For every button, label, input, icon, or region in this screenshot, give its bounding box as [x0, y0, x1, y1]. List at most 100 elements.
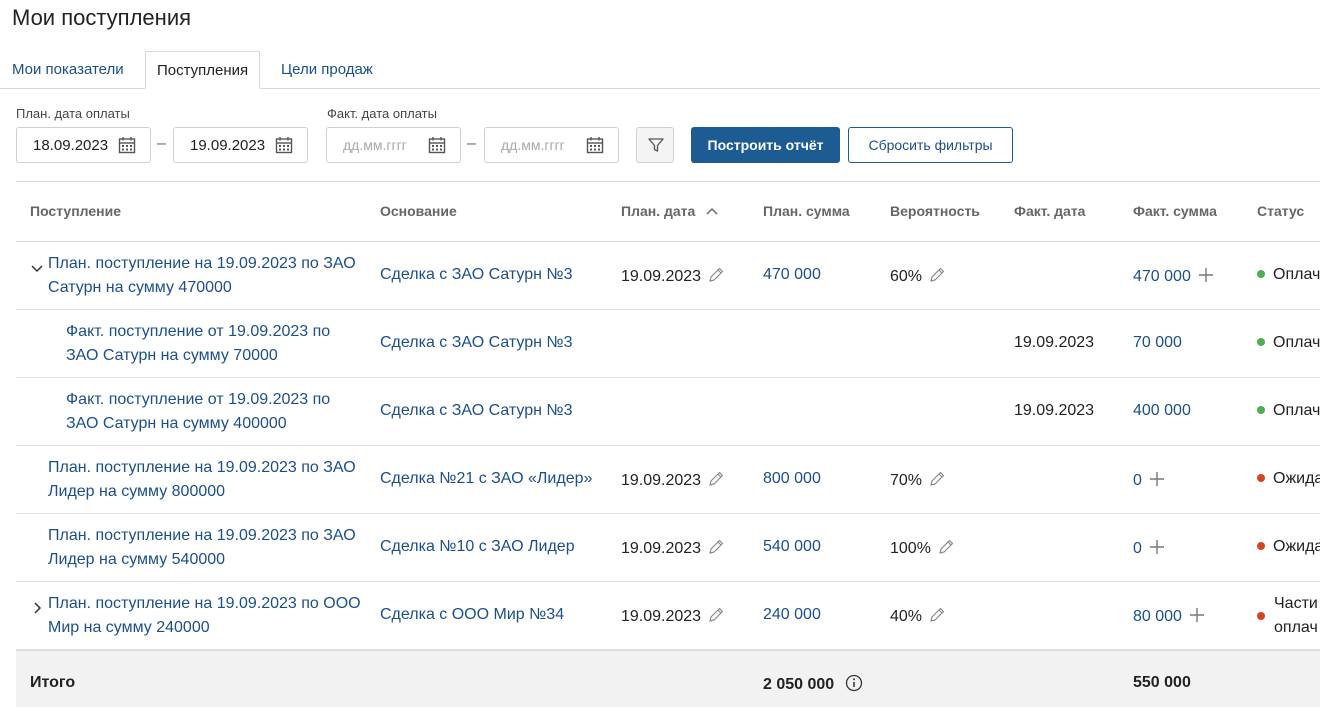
- plan-date-value: 19.09.2023: [621, 540, 702, 557]
- col-header-receipt[interactable]: Поступление: [30, 203, 121, 219]
- receipt-link[interactable]: План. поступление на 19.09.2023 по ООО М…: [48, 592, 361, 640]
- plus-icon[interactable]: [1148, 538, 1166, 556]
- plan-date-cell: 19.09.2023: [621, 266, 725, 286]
- tab-my-indicators[interactable]: Мои показатели: [12, 51, 124, 89]
- status-dot: [1257, 612, 1265, 620]
- col-header-fact-sum[interactable]: Факт. сумма: [1133, 203, 1217, 219]
- pencil-icon[interactable]: [707, 538, 725, 556]
- table-row: План. поступление на 19.09.2023 по ЗАО С…: [16, 242, 1320, 310]
- chevron-down-icon[interactable]: [30, 261, 44, 275]
- fact-sum-link[interactable]: 70 000: [1133, 334, 1182, 352]
- totals-row: Итого 2 050 000 550 000: [16, 650, 1320, 707]
- status-cell: Ожида: [1257, 538, 1320, 556]
- plan-date-to-input[interactable]: 19.09.2023: [173, 127, 308, 163]
- status-dot: [1257, 474, 1265, 482]
- receipt-link[interactable]: План. поступление на 19.09.2023 по ЗАО С…: [48, 252, 356, 300]
- plan-date-from-input[interactable]: 18.09.2023: [16, 127, 151, 163]
- calendar-icon[interactable]: [586, 136, 604, 154]
- receipt-title-line2: Мир на сумму 240000: [48, 619, 210, 636]
- probability-cell: 100%: [890, 538, 955, 558]
- filter-button[interactable]: [636, 127, 674, 163]
- receipt-title-line2: Лидер на сумму 540000: [48, 551, 226, 568]
- totals-fact-sum: 550 000: [1133, 674, 1191, 691]
- calendar-icon[interactable]: [118, 136, 136, 154]
- chevron-right-icon[interactable]: [30, 601, 44, 615]
- totals-label: Итого: [30, 674, 76, 691]
- probability-value: 70%: [890, 472, 923, 489]
- table-row: Факт. поступление от 19.09.2023 по ЗАО С…: [16, 310, 1320, 378]
- col-header-fact-date[interactable]: Факт. дата: [1014, 203, 1085, 219]
- receipt-title-line1: План. поступление на 19.09.2023 по ООО: [48, 595, 361, 612]
- receipt-link[interactable]: План. поступление на 19.09.2023 по ЗАО Л…: [48, 456, 356, 504]
- tab-sales-goals[interactable]: Цели продаж: [281, 51, 373, 89]
- pencil-icon[interactable]: [928, 266, 946, 284]
- plus-icon[interactable]: [1148, 470, 1166, 488]
- receipt-title-line2: ЗАО Сатурн на сумму 70000: [66, 347, 278, 364]
- status-text-line2: оплач: [1274, 619, 1318, 636]
- status-cell: Части оплач: [1257, 592, 1318, 640]
- plan-date-value: 19.09.2023: [621, 608, 702, 625]
- plan-sum-link[interactable]: 540 000: [763, 538, 821, 556]
- status-text: Ожида: [1273, 538, 1320, 555]
- fact-sum-link[interactable]: 400 000: [1133, 402, 1191, 420]
- col-header-plan-date[interactable]: План. дата: [621, 203, 719, 219]
- status-text: Ожида: [1273, 470, 1320, 487]
- col-header-plan-sum[interactable]: План. сумма: [763, 203, 850, 219]
- fact-date-label: Факт. дата оплаты: [327, 106, 437, 121]
- receipt-link[interactable]: План. поступление на 19.09.2023 по ЗАО Л…: [48, 524, 356, 572]
- build-report-button[interactable]: Построить отчёт: [691, 127, 840, 163]
- basis-link[interactable]: Сделка с ЗАО Сатурн №3: [380, 402, 572, 420]
- plan-date-cell: 19.09.2023: [621, 606, 725, 626]
- pencil-icon[interactable]: [707, 606, 725, 624]
- tab-bar: Мои показатели Поступления Цели продаж: [0, 51, 1320, 89]
- plus-icon[interactable]: [1188, 606, 1206, 624]
- fact-sum-link[interactable]: 0: [1133, 540, 1142, 557]
- fact-sum-cell: 80 000: [1133, 606, 1206, 626]
- basis-link[interactable]: Сделка с ЗАО Сатурн №3: [380, 334, 572, 352]
- plan-date-to-value: 19.09.2023: [190, 137, 266, 154]
- basis-link[interactable]: Сделка №10 с ЗАО Лидер: [380, 538, 575, 556]
- pencil-icon[interactable]: [707, 266, 725, 284]
- pencil-icon[interactable]: [928, 606, 946, 624]
- receipt-title-line2: Лидер на сумму 800000: [48, 483, 226, 500]
- calendar-icon[interactable]: [428, 136, 446, 154]
- info-icon[interactable]: [845, 674, 863, 692]
- date-range-dash: –: [157, 135, 166, 152]
- fact-date-value: 19.09.2023: [1014, 334, 1095, 351]
- calendar-icon[interactable]: [275, 136, 293, 154]
- plan-sum-link[interactable]: 240 000: [763, 606, 821, 624]
- date-range-dash: –: [467, 135, 476, 152]
- pencil-icon[interactable]: [707, 470, 725, 488]
- fact-sum-link[interactable]: 80 000: [1133, 608, 1182, 625]
- fact-sum-link[interactable]: 470 000: [1133, 268, 1191, 285]
- receipt-link[interactable]: Факт. поступление от 19.09.2023 по ЗАО С…: [66, 320, 330, 368]
- status-text: Оплач: [1273, 402, 1320, 419]
- plan-sum-link[interactable]: 800 000: [763, 470, 821, 488]
- table-row: Факт. поступление от 19.09.2023 по ЗАО С…: [16, 378, 1320, 446]
- pencil-icon[interactable]: [937, 538, 955, 556]
- col-header-status[interactable]: Статус: [1257, 203, 1304, 219]
- plan-date-cell: 19.09.2023: [621, 538, 725, 558]
- probability-value: 40%: [890, 608, 923, 625]
- col-header-basis[interactable]: Основание: [380, 203, 457, 219]
- col-header-probability[interactable]: Вероятность: [890, 203, 980, 219]
- plan-date-value: 19.09.2023: [621, 472, 702, 489]
- fact-date-value: 19.09.2023: [1014, 402, 1095, 419]
- plus-icon[interactable]: [1197, 266, 1215, 284]
- receipts-table: Поступление Основание План. дата План. с…: [16, 181, 1320, 707]
- receipt-link[interactable]: Факт. поступление от 19.09.2023 по ЗАО С…: [66, 388, 330, 436]
- basis-link[interactable]: Сделка с ООО Мир №34: [380, 606, 564, 624]
- plan-sum-link[interactable]: 470 000: [763, 266, 821, 284]
- fact-date-from-input[interactable]: дд.мм.гггг: [326, 127, 461, 163]
- status-cell: Ожида: [1257, 470, 1320, 488]
- reset-filters-button[interactable]: Сбросить фильтры: [848, 127, 1013, 163]
- basis-link[interactable]: Сделка с ЗАО Сатурн №3: [380, 266, 572, 284]
- pencil-icon[interactable]: [928, 470, 946, 488]
- plan-date-value: 19.09.2023: [621, 268, 702, 285]
- probability-cell: 70%: [890, 470, 946, 490]
- fact-sum-link[interactable]: 0: [1133, 472, 1142, 489]
- receipt-title-line2: Сатурн на сумму 470000: [48, 279, 232, 296]
- basis-link[interactable]: Сделка №21 с ЗАО «Лидер»: [380, 470, 592, 488]
- fact-date-to-input[interactable]: дд.мм.гггг: [484, 127, 619, 163]
- tab-receipts[interactable]: Поступления: [145, 51, 261, 89]
